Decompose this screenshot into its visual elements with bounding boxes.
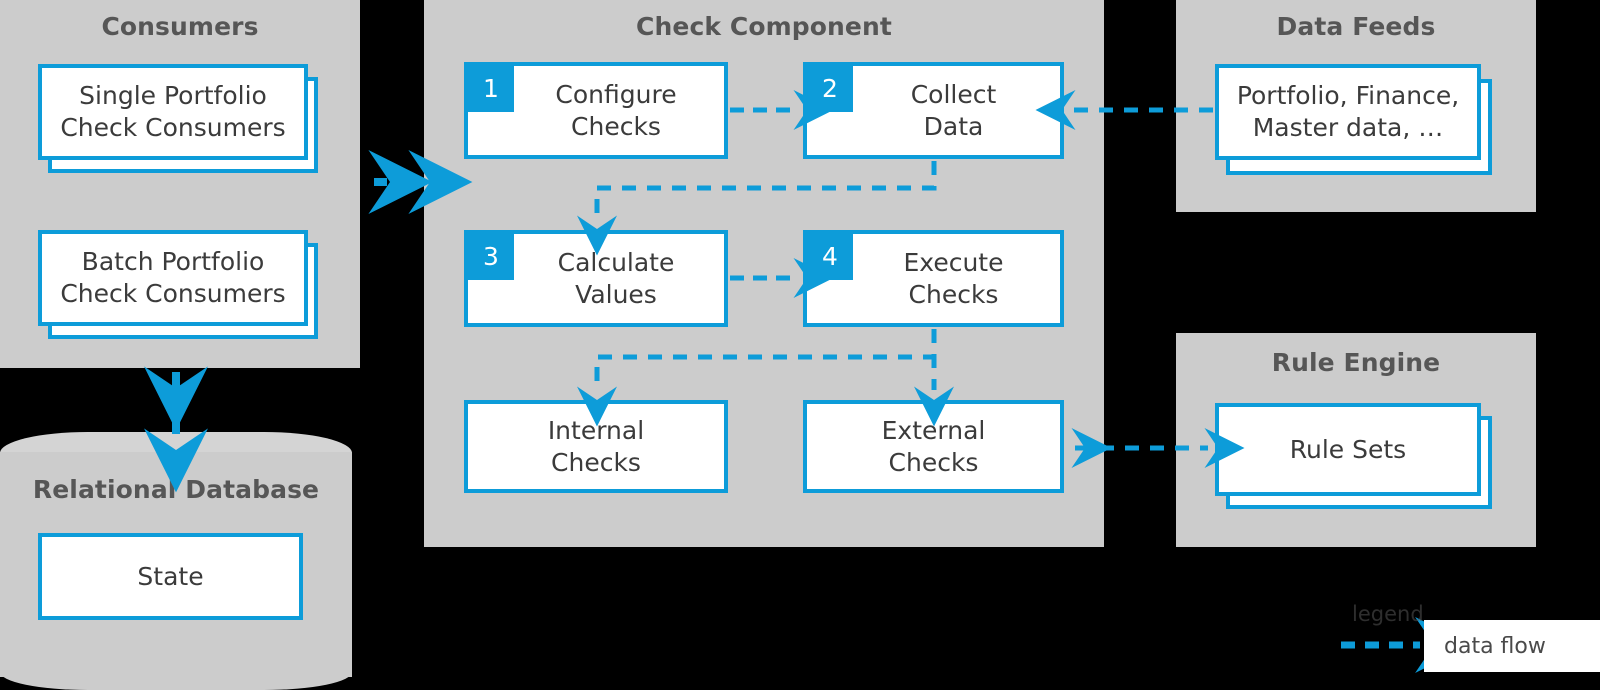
data-feeds-box-label: Portfolio, Finance, Master data, … — [1236, 81, 1460, 142]
consumers-box-1-label: Single Portfolio Check Consumers — [60, 81, 286, 142]
check-box-calculate-values[interactable]: 3 Calculate Values — [464, 230, 728, 327]
panel-data-feeds-title: Data Feeds — [1276, 12, 1436, 41]
legend-caption: legend — [1352, 602, 1424, 626]
check-box-execute-checks-number: 4 — [807, 234, 853, 280]
consumers-box-2-label: Batch Portfolio Check Consumers — [60, 247, 286, 308]
panel-consumers-title: Consumers — [101, 12, 259, 41]
check-box-configure-checks-number: 1 — [468, 66, 514, 112]
check-box-configure-checks[interactable]: 1 Configure Checks — [464, 62, 728, 159]
check-box-external-checks[interactable]: External Checks — [803, 400, 1064, 493]
check-box-collect-data-number: 2 — [807, 66, 853, 112]
check-box-internal-checks[interactable]: Internal Checks — [464, 400, 728, 493]
database-box-state-label: State — [137, 561, 204, 591]
check-box-calculate-values-number: 3 — [468, 234, 514, 280]
rule-engine-box-rule-sets-label: Rule Sets — [1289, 434, 1407, 464]
consumers-box-1[interactable]: Single Portfolio Check Consumers — [38, 64, 308, 160]
database-cylinder-bottom — [0, 654, 352, 690]
check-box-external-checks-label: External Checks — [881, 415, 986, 477]
database-box-state[interactable]: State — [38, 533, 303, 620]
check-box-execute-checks[interactable]: 4 Execute Checks — [803, 230, 1064, 327]
legend-entry-label: data flow — [1444, 634, 1546, 659]
data-feeds-box[interactable]: Portfolio, Finance, Master data, … — [1215, 64, 1481, 160]
panel-rule-engine-title: Rule Engine — [1271, 348, 1441, 377]
consumers-box-2[interactable]: Batch Portfolio Check Consumers — [38, 230, 308, 326]
rule-engine-box-rule-sets[interactable]: Rule Sets — [1215, 403, 1481, 496]
panel-database-title: Relational Database — [32, 475, 320, 504]
panel-check-component-title: Check Component — [636, 12, 892, 41]
check-box-collect-data[interactable]: 2 Collect Data — [803, 62, 1064, 159]
diagram-canvas: Consumers Single Portfolio Check Consume… — [0, 0, 1600, 690]
check-box-internal-checks-label: Internal Checks — [547, 415, 645, 477]
